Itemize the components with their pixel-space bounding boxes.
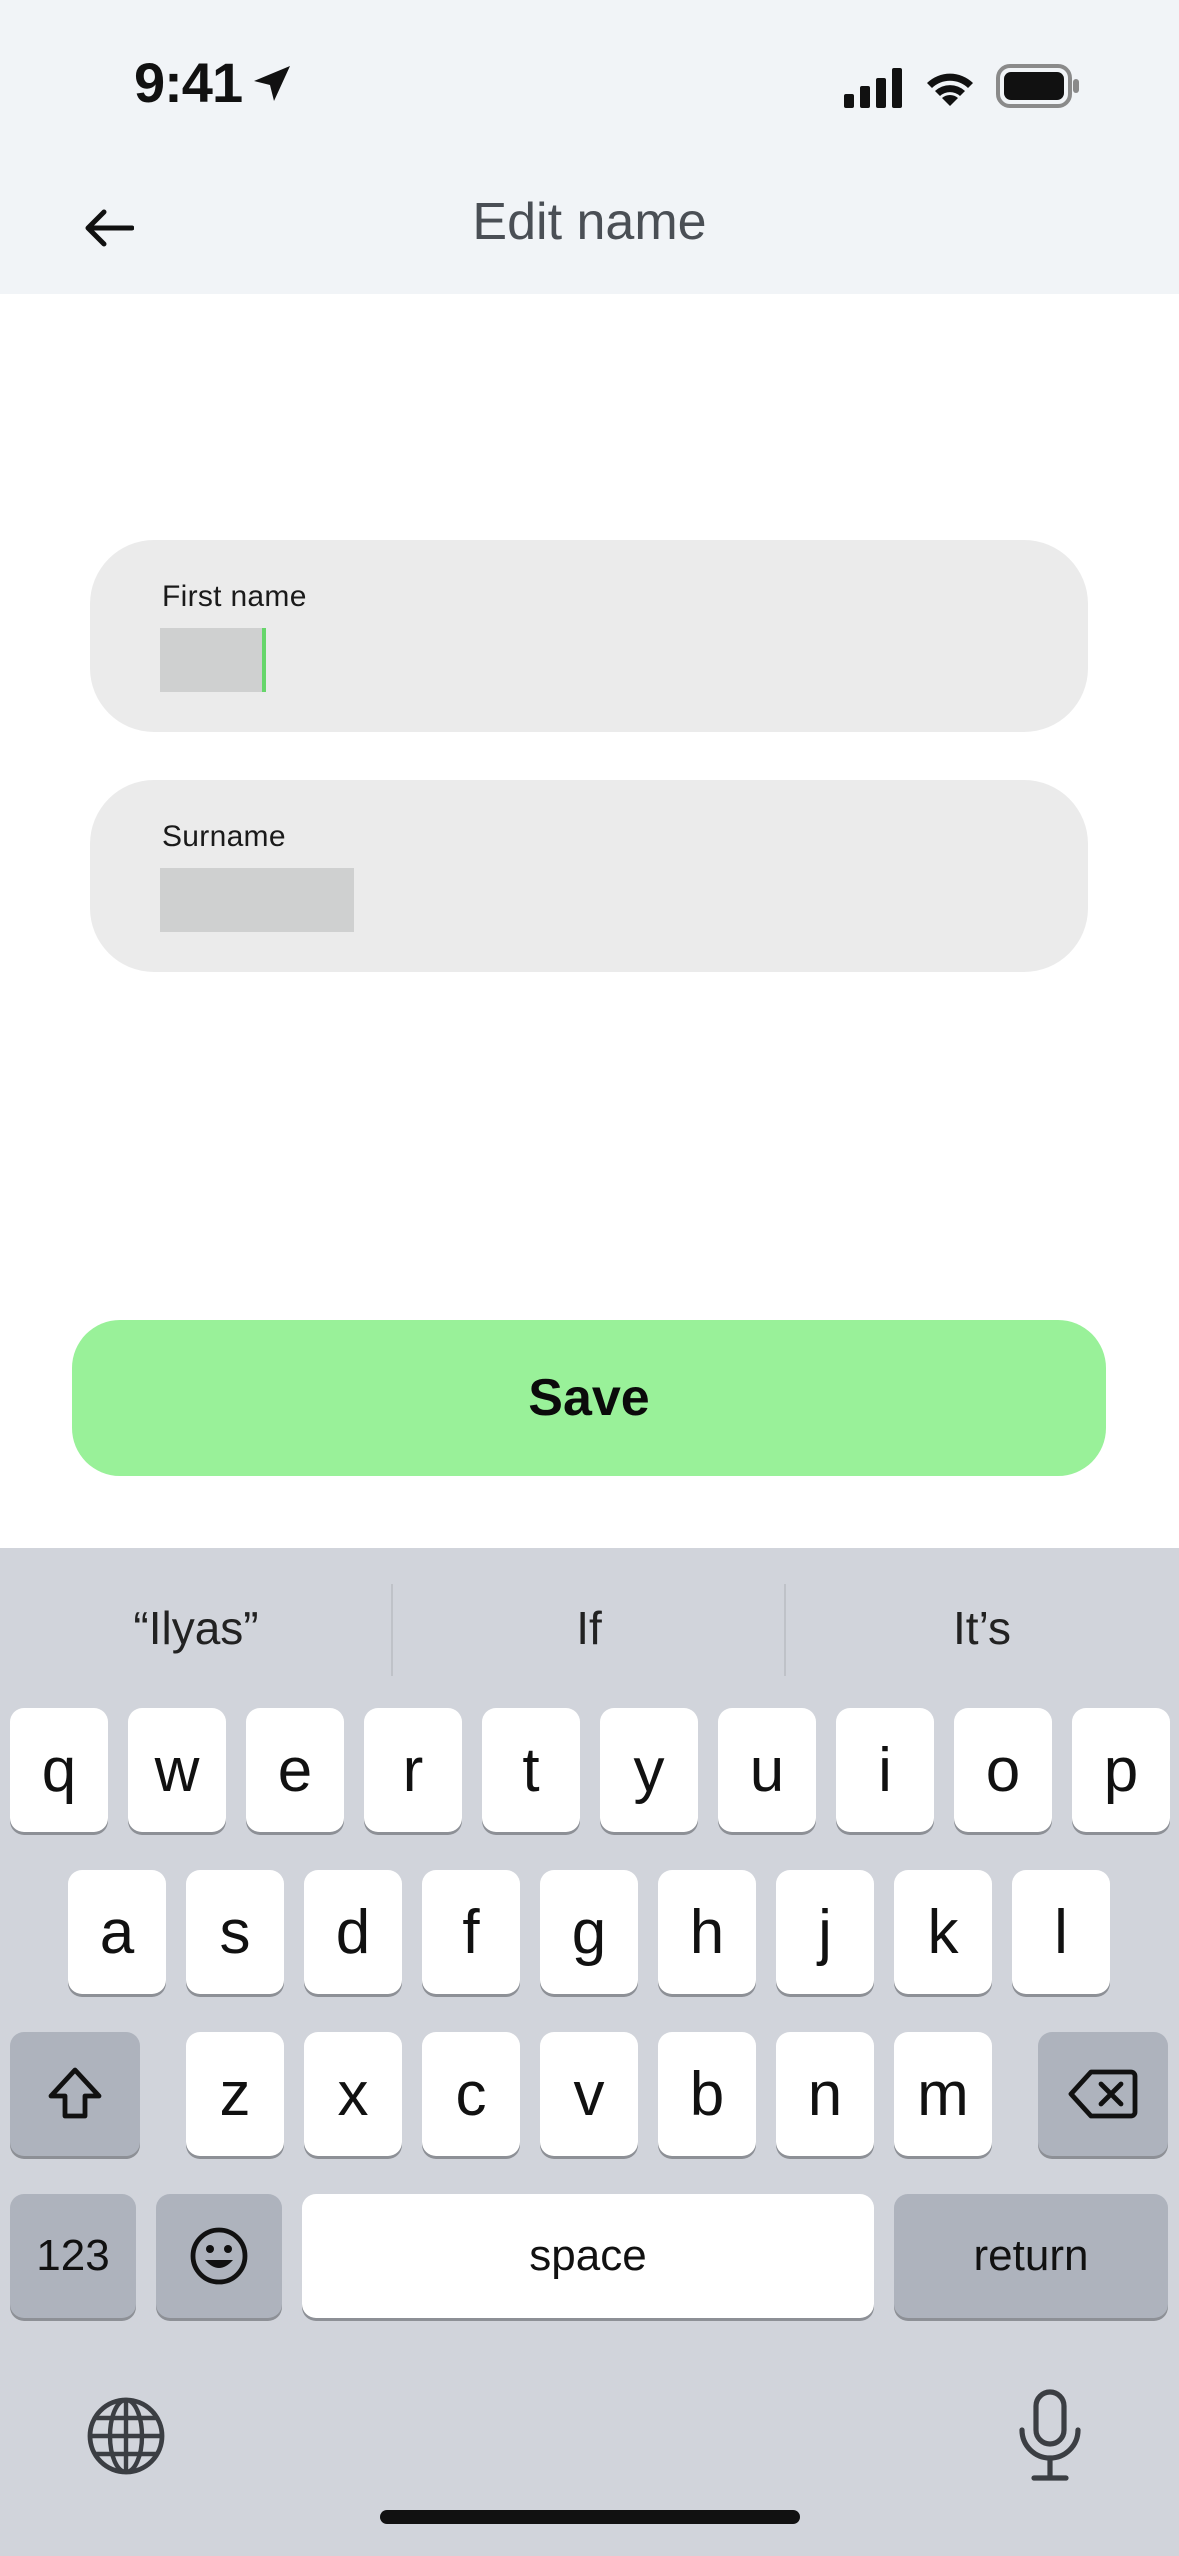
surname-label: Surname <box>162 820 286 853</box>
key-f[interactable]: f <box>422 1870 520 1994</box>
suggestion-bar: “Ilyas” If It’s <box>0 1548 1179 1708</box>
key-i[interactable]: i <box>836 1708 934 1832</box>
key-v[interactable]: v <box>540 2032 638 2156</box>
shift-key[interactable] <box>10 2032 140 2156</box>
keyboard: “Ilyas” If It’s q w e r t y u i o p a s … <box>0 1548 1179 2556</box>
microphone-button[interactable] <box>1012 2386 1088 2486</box>
key-z[interactable]: z <box>186 2032 284 2156</box>
text-caret <box>262 628 266 692</box>
key-t[interactable]: t <box>482 1708 580 1832</box>
key-u[interactable]: u <box>718 1708 816 1832</box>
surname-value-redacted <box>160 868 354 932</box>
key-c[interactable]: c <box>422 2032 520 2156</box>
page-title: Edit name <box>472 193 707 251</box>
first-name-label: First name <box>162 580 307 613</box>
key-o[interactable]: o <box>954 1708 1052 1832</box>
suggestion-2[interactable]: If <box>393 1548 785 1708</box>
wifi-icon <box>927 73 973 106</box>
key-r[interactable]: r <box>364 1708 462 1832</box>
key-l[interactable]: l <box>1012 1870 1110 1994</box>
key-p[interactable]: p <box>1072 1708 1170 1832</box>
key-j[interactable]: j <box>776 1870 874 1994</box>
key-a[interactable]: a <box>68 1870 166 1994</box>
home-indicator <box>380 2510 800 2524</box>
key-w[interactable]: w <box>128 1708 226 1832</box>
suggestion-1[interactable]: “Ilyas” <box>0 1548 392 1708</box>
first-name-field[interactable]: First name <box>90 540 1088 732</box>
surname-field[interactable]: Surname <box>90 780 1088 972</box>
globe-button[interactable] <box>84 2394 168 2478</box>
location-arrow-icon <box>254 66 290 101</box>
top-bar: 9:41 Edit name <box>0 0 1179 294</box>
battery-icon <box>996 64 1079 108</box>
delete-key[interactable] <box>1038 2032 1168 2156</box>
space-key[interactable]: space <box>302 2194 874 2318</box>
key-d[interactable]: d <box>304 1870 402 1994</box>
key-h[interactable]: h <box>658 1870 756 1994</box>
key-e[interactable]: e <box>246 1708 344 1832</box>
key-m[interactable]: m <box>894 2032 992 2156</box>
shift-icon <box>48 2067 102 2119</box>
status-time: 9:41 <box>134 51 243 114</box>
key-s[interactable]: s <box>186 1870 284 1994</box>
key-x[interactable]: x <box>304 2032 402 2156</box>
key-y[interactable]: y <box>600 1708 698 1832</box>
suggestion-3[interactable]: It’s <box>786 1548 1178 1708</box>
emoji-icon <box>190 2227 248 2285</box>
key-g[interactable]: g <box>540 1870 638 1994</box>
key-q[interactable]: q <box>10 1708 108 1832</box>
key-b[interactable]: b <box>658 2032 756 2156</box>
microphone-icon <box>1019 2389 1081 2481</box>
numbers-key[interactable]: 123 <box>10 2194 136 2318</box>
globe-icon <box>87 2397 165 2475</box>
key-k[interactable]: k <box>894 1870 992 1994</box>
save-button[interactable]: Save <box>72 1320 1106 1476</box>
cellular-signal-icon <box>844 68 902 108</box>
first-name-value-redacted <box>160 628 264 692</box>
key-n[interactable]: n <box>776 2032 874 2156</box>
return-key[interactable]: return <box>894 2194 1168 2318</box>
delete-icon <box>1068 2069 1138 2119</box>
emoji-key[interactable] <box>156 2194 282 2318</box>
